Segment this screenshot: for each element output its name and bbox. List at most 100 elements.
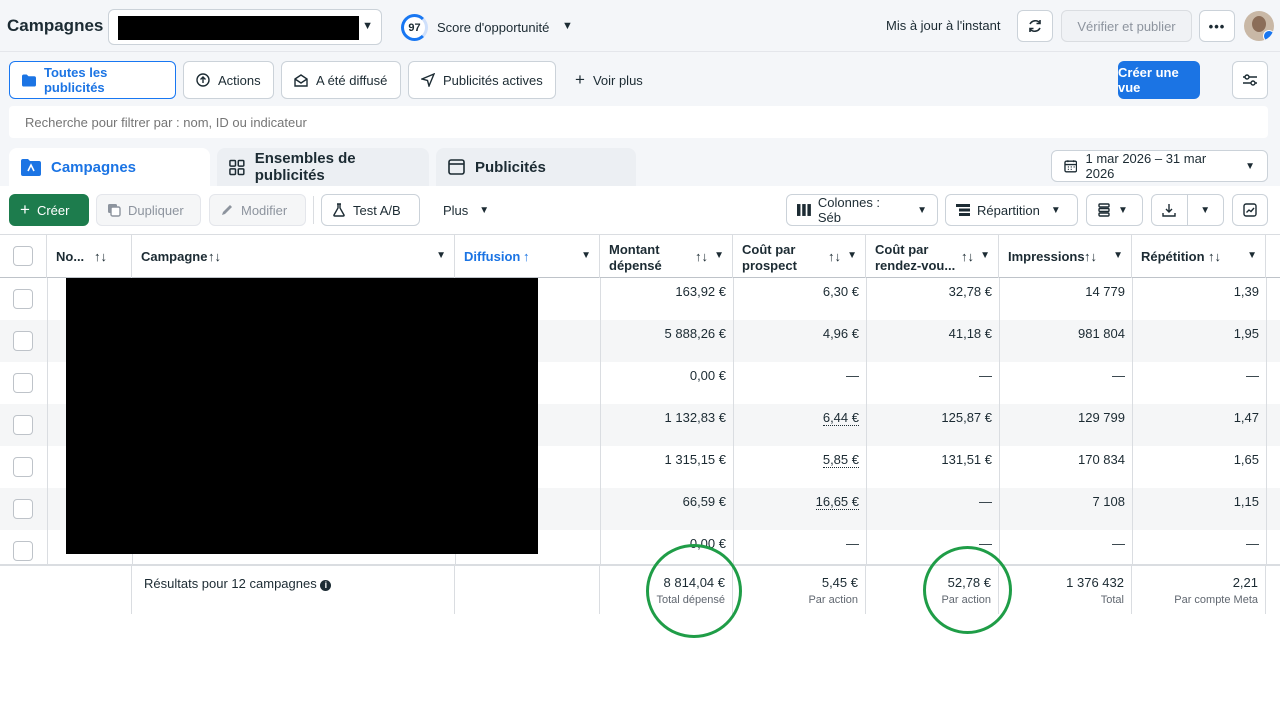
sort-icon[interactable]: ↑↓: [1084, 249, 1097, 264]
row-checkbox[interactable]: [13, 541, 33, 561]
ad-window-icon: [448, 159, 465, 175]
search-input[interactable]: [9, 106, 1268, 138]
breakdown-button[interactable]: Répartition ▼: [945, 194, 1078, 226]
chevron-down-icon[interactable]: ▼: [1113, 250, 1123, 261]
redacted-campaign-names: [66, 278, 538, 554]
cell-impressions: 7 108: [1092, 494, 1125, 509]
opportunity-score-label[interactable]: Score d'opportunité: [437, 20, 549, 35]
redacted-account-name: [118, 16, 359, 40]
date-range-picker[interactable]: 1 mar 2026 – 31 mar 2026 ▼: [1051, 150, 1268, 182]
export-button[interactable]: ▼: [1151, 194, 1224, 226]
cell-cost-per-lead: —: [846, 368, 859, 383]
sort-icon[interactable]: ↑↓: [1208, 249, 1221, 264]
sort-icon[interactable]: ↑↓: [695, 249, 708, 264]
column-header-campaign[interactable]: Campagne ↑↓ ▼: [132, 235, 455, 278]
columns-button[interactable]: Colonnes : Séb ▼: [786, 194, 938, 226]
chart-view-button[interactable]: [1232, 194, 1268, 226]
duplicate-button[interactable]: Dupliquer: [96, 194, 201, 226]
sort-icon[interactable]: ↑↓: [94, 249, 107, 264]
tab-campaigns[interactable]: Campagnes: [9, 148, 210, 186]
row-checkbox[interactable]: [13, 289, 33, 309]
chevron-down-icon: ▼: [1050, 204, 1061, 216]
more-actions-label: Plus: [443, 202, 469, 218]
table-toolbar: + Créer Dupliquer Modifier Test A/B Plus…: [0, 186, 1280, 234]
chevron-down-icon[interactable]: ▼: [1247, 250, 1257, 261]
chevron-down-icon[interactable]: ▼: [980, 250, 990, 261]
column-divider: [866, 278, 867, 564]
avatar-head: [1252, 16, 1266, 32]
stack-icon: [1098, 203, 1110, 217]
ab-test-label: Test A/B: [353, 202, 401, 218]
chevron-down-icon[interactable]: ▼: [1188, 205, 1224, 216]
avatar[interactable]: [1244, 11, 1274, 41]
cell-cost-per-appointment: 125,87 €: [941, 410, 992, 425]
search-bar: [0, 106, 1280, 144]
chevron-down-icon: ▼: [479, 204, 490, 216]
ab-test-button[interactable]: Test A/B: [321, 194, 420, 226]
edit-button[interactable]: Modifier: [209, 194, 306, 226]
more-options-button[interactable]: •••: [1199, 10, 1235, 42]
filter-actions[interactable]: Actions: [183, 61, 274, 99]
sort-icon[interactable]: ↑↓: [961, 249, 974, 264]
chevron-down-icon[interactable]: ▼: [562, 20, 573, 32]
tab-ads[interactable]: Publicités: [436, 148, 636, 186]
download-icon[interactable]: [1152, 195, 1188, 225]
row-checkbox[interactable]: [13, 373, 33, 393]
row-checkbox[interactable]: [13, 457, 33, 477]
chevron-down-icon[interactable]: ▼: [581, 250, 591, 261]
tab-adsets[interactable]: Ensembles de publicités: [217, 148, 429, 186]
column-header-cost-per-lead[interactable]: Coût par prospect ↑↓ ▼: [733, 235, 866, 278]
row-checkbox[interactable]: [13, 415, 33, 435]
chevron-down-icon: ▼: [1245, 160, 1255, 172]
filter-all-ads[interactable]: Toutes les publicités: [9, 61, 176, 99]
tab-label: Campagnes: [51, 158, 137, 176]
info-icon[interactable]: i: [320, 580, 332, 591]
page-title: Campagnes: [7, 16, 104, 35]
column-divider: [733, 278, 734, 564]
column-header-name[interactable]: No... ↑↓: [47, 235, 132, 278]
opportunity-score-badge[interactable]: 97: [401, 14, 428, 41]
filter-label: A été diffusé: [316, 72, 388, 88]
see-more-button[interactable]: + Voir plus: [563, 61, 655, 99]
sliders-icon: [1243, 74, 1257, 86]
column-label: Diffusion: [464, 249, 521, 264]
filter-delivered[interactable]: A été diffusé: [281, 61, 401, 99]
sort-ascending-icon[interactable]: ↑: [523, 249, 530, 264]
create-button[interactable]: + Créer: [9, 194, 89, 226]
column-header-amount-spent[interactable]: Montant dépensé ↑↓ ▼: [600, 235, 733, 278]
cell-cost-per-appointment: 41,18 €: [948, 326, 992, 341]
filter-active-ads[interactable]: Publicités actives: [408, 61, 556, 99]
view-settings-button[interactable]: [1232, 61, 1268, 99]
chevron-down-icon[interactable]: ▼: [436, 250, 446, 261]
column-header-frequency[interactable]: Répétition ↑↓ ▼: [1132, 235, 1266, 278]
tab-label: Ensembles de publicités: [254, 150, 356, 184]
column-header-impressions[interactable]: Impressions ↑↓ ▼: [999, 235, 1132, 278]
more-actions-button[interactable]: Plus ▼: [433, 194, 495, 226]
refresh-button[interactable]: [1017, 10, 1053, 42]
edit-label: Modifier: [241, 202, 288, 218]
chevron-down-icon[interactable]: ▼: [714, 250, 724, 261]
totals-row: Résultats pour 12 campagnes i 8 814,04 €…: [0, 564, 1280, 614]
row-checkbox[interactable]: [13, 331, 33, 351]
create-view-button[interactable]: Créer une vue: [1118, 61, 1200, 99]
reports-button[interactable]: ▼: [1086, 194, 1143, 226]
select-all-checkbox[interactable]: [13, 246, 33, 266]
cell-cost-per-appointment: 131,51 €: [941, 452, 992, 467]
row-checkbox[interactable]: [13, 499, 33, 519]
filter-label: Toutes les publicités: [43, 65, 108, 95]
sort-icon[interactable]: ↑↓: [828, 249, 841, 264]
send-icon: [421, 73, 435, 87]
sort-icon[interactable]: ↑↓: [208, 249, 221, 264]
arrow-circle-icon: [196, 73, 210, 87]
column-label: Impressions: [1008, 249, 1085, 264]
total-frequency-cell: 2,21 Par compte Meta: [1132, 566, 1266, 614]
table-header: No... ↑↓ Campagne ↑↓ ▼ Diffusion ↑ ▼ Mon…: [0, 234, 1280, 278]
column-header-cost-per-appointment[interactable]: Coût par rendez-vou... ↑↓ ▼: [866, 235, 999, 278]
review-publish-button[interactable]: Vérifier et publier: [1061, 10, 1192, 42]
cell-frequency: 1,95: [1233, 326, 1259, 341]
column-divider: [47, 278, 48, 564]
cell-impressions: 129 799: [1078, 410, 1125, 425]
chevron-down-icon[interactable]: ▼: [847, 250, 857, 261]
column-header-delivery[interactable]: Diffusion ↑ ▼: [455, 235, 600, 278]
account-selector[interactable]: ▼: [108, 9, 382, 45]
